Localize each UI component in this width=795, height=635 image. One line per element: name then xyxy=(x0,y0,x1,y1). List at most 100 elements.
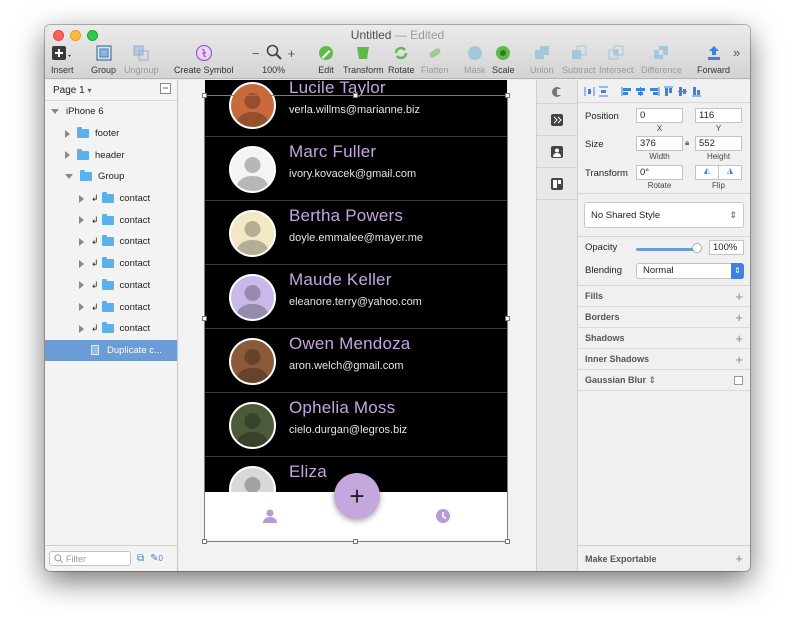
layer-item[interactable]: Duplicate c... xyxy=(45,339,177,362)
zoom-in-button[interactable]: + xyxy=(288,46,296,61)
transform-button[interactable]: Transform xyxy=(343,43,384,75)
disclosure-collapsed-icon[interactable] xyxy=(79,303,84,312)
disclosure-collapsed-icon[interactable] xyxy=(79,194,84,203)
layer-item[interactable]: footer xyxy=(45,123,177,145)
scale-button[interactable]: Scale xyxy=(492,43,515,75)
edit-label: Edit xyxy=(318,65,334,75)
avatar-image-icon xyxy=(236,413,269,447)
shared-style-select[interactable]: No Shared Style ⇕ xyxy=(584,202,744,228)
image-tab-icon[interactable] xyxy=(537,136,577,168)
fills-section[interactable]: Fills + xyxy=(578,286,750,307)
make-exportable-bar[interactable]: Make Exportable + xyxy=(578,545,750,571)
create-symbol-button[interactable]: Create Symbol xyxy=(174,43,234,75)
layer-item[interactable]: header xyxy=(45,144,177,166)
size-label: Size xyxy=(585,139,604,150)
page-selector[interactable]: Page 1 ▾ xyxy=(45,80,177,101)
edit-button[interactable]: Edit xyxy=(317,43,335,75)
borders-section[interactable]: Borders + xyxy=(578,307,750,328)
ungroup-button[interactable]: Ungroup xyxy=(124,43,159,75)
shadows-section[interactable]: Shadows + xyxy=(578,328,750,349)
disclosure-collapsed-icon[interactable] xyxy=(79,237,84,246)
union-button[interactable]: Union xyxy=(530,43,554,75)
align-right-icon[interactable] xyxy=(649,86,660,97)
subtract-button[interactable]: Subtract xyxy=(562,43,596,75)
blur-checkbox[interactable] xyxy=(734,375,743,385)
zoom-out-button[interactable]: − xyxy=(252,46,260,61)
disclosure-expanded-icon[interactable] xyxy=(51,109,59,115)
layer-item[interactable]: ↲ contact xyxy=(45,253,177,275)
layer-filter-input[interactable]: Filter xyxy=(49,551,131,566)
slice-filter-icon[interactable]: ⧉ xyxy=(137,553,144,564)
align-left-icon[interactable] xyxy=(621,86,632,97)
flip-vertical-icon[interactable]: ◮ xyxy=(719,166,741,179)
height-field[interactable]: 552 xyxy=(695,136,742,151)
iphone-artboard[interactable]: Lucile Taylor verla.willms@marianne.biz Ma… xyxy=(205,80,507,540)
disclosure-collapsed-icon[interactable] xyxy=(79,259,84,268)
add-shadow-icon[interactable]: + xyxy=(735,331,743,346)
disclosure-expanded-icon[interactable] xyxy=(65,174,73,180)
mask-button[interactable]: Mask xyxy=(464,43,486,75)
contact-row[interactable]: Maude Keller eleanore.terry@yahoo.com xyxy=(205,266,507,329)
layer-item[interactable]: iPhone 6 xyxy=(45,101,177,123)
zoom-magnifier-icon[interactable] xyxy=(266,44,282,62)
add-export-icon[interactable]: + xyxy=(735,551,743,566)
insert-button[interactable]: Insert xyxy=(51,43,74,75)
disclosure-collapsed-icon[interactable] xyxy=(79,216,84,225)
zoom-control: − + 100% xyxy=(252,43,295,75)
person-icon[interactable] xyxy=(262,508,278,529)
align-top-icon[interactable] xyxy=(663,86,674,97)
pencil-filter-icon[interactable]: ✎0 xyxy=(150,553,163,564)
toolbar-overflow-button[interactable]: » xyxy=(733,45,740,60)
disclosure-collapsed-icon[interactable] xyxy=(65,151,70,160)
distribute-vertical-icon[interactable] xyxy=(598,86,609,97)
prototype-tab-icon[interactable] xyxy=(537,104,577,136)
layer-item[interactable]: ↲ contact xyxy=(45,231,177,253)
collapse-pages-icon[interactable] xyxy=(160,83,171,97)
opacity-field[interactable]: 100% xyxy=(709,240,744,255)
layer-item[interactable]: ↲ contact xyxy=(45,318,177,340)
position-x-field[interactable]: 0 xyxy=(636,108,683,123)
intersect-button[interactable]: Intersect xyxy=(599,43,634,75)
opacity-slider-knob[interactable] xyxy=(692,243,702,253)
add-border-icon[interactable]: + xyxy=(735,310,743,325)
contact-row[interactable]: Marc Fuller ivory.kovacek@gmail.com xyxy=(205,138,507,201)
opacity-slider[interactable] xyxy=(636,248,698,251)
symbol-tab-icon[interactable] xyxy=(537,80,577,104)
align-bottom-icon[interactable] xyxy=(691,86,702,97)
add-contact-button[interactable]: + xyxy=(334,473,380,519)
flip-horizontal-icon[interactable]: ◭ xyxy=(696,166,719,179)
contact-row[interactable]: Owen Mendoza aron.welch@gmail.com xyxy=(205,330,507,393)
layer-item[interactable]: ↲ contact xyxy=(45,296,177,318)
canvas[interactable]: Lucile Taylor verla.willms@marianne.biz Ma… xyxy=(179,80,536,571)
gaussian-blur-section[interactable]: Gaussian Blur ⇕ xyxy=(578,370,750,391)
forward-button[interactable]: Forward xyxy=(697,43,730,75)
rotate-button[interactable]: Rotate xyxy=(388,43,415,75)
layer-item[interactable]: Group xyxy=(45,166,177,188)
layer-item[interactable]: ↲ contact xyxy=(45,188,177,210)
clock-icon[interactable] xyxy=(435,508,451,529)
flatten-button[interactable]: Flatten xyxy=(421,43,449,75)
position-y-field[interactable]: 116 xyxy=(695,108,742,123)
rotate-field[interactable]: 0° xyxy=(636,165,683,180)
width-field[interactable]: 376 xyxy=(636,136,683,151)
difference-button[interactable]: Difference xyxy=(641,43,682,75)
distribute-horizontal-icon[interactable] xyxy=(584,86,595,97)
contact-row[interactable]: Bertha Powers doyle.emmalee@mayer.me xyxy=(205,202,507,265)
layer-item[interactable]: ↲ contact xyxy=(45,275,177,297)
man-avatar xyxy=(229,338,276,385)
add-inner-shadow-icon[interactable]: + xyxy=(735,352,743,367)
align-center-icon[interactable] xyxy=(635,86,646,97)
align-middle-icon[interactable] xyxy=(677,86,688,97)
layer-item[interactable]: ↲ contact xyxy=(45,209,177,231)
contact-row[interactable]: Ophelia Moss cielo.durgan@legros.biz xyxy=(205,394,507,457)
disclosure-collapsed-icon[interactable] xyxy=(79,324,84,333)
lock-ratio-icon[interactable]: 🔒︎ xyxy=(685,138,689,148)
contact-row[interactable]: Lucile Taylor verla.willms@marianne.biz xyxy=(205,80,507,137)
inner-shadows-section[interactable]: Inner Shadows + xyxy=(578,349,750,370)
blending-select[interactable]: Normal ⇕ xyxy=(636,263,744,279)
disclosure-collapsed-icon[interactable] xyxy=(79,281,84,290)
layout-tab-icon[interactable] xyxy=(537,168,577,200)
disclosure-collapsed-icon[interactable] xyxy=(65,129,70,138)
add-fill-icon[interactable]: + xyxy=(735,289,743,304)
group-button[interactable]: Group xyxy=(91,43,116,75)
